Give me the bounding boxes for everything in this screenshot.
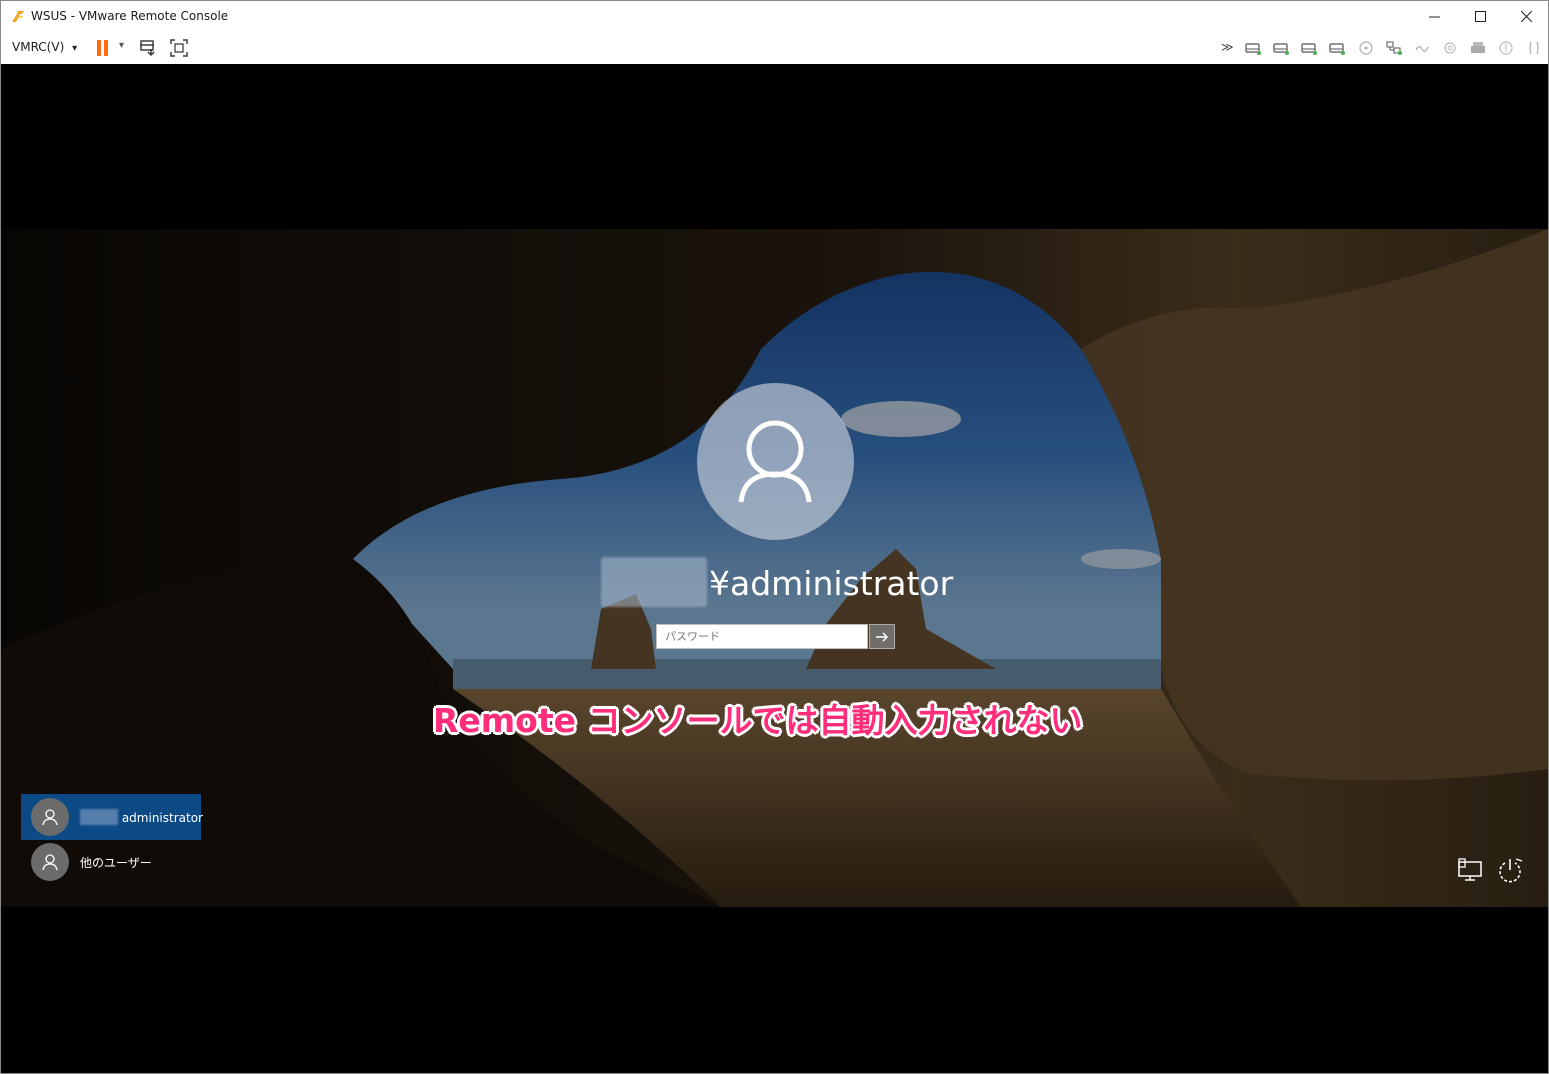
user-icon xyxy=(42,809,58,826)
username-text: ¥administrator xyxy=(709,564,954,603)
usb-icon[interactable] xyxy=(1414,41,1430,55)
pause-icon[interactable] xyxy=(93,38,113,58)
redacted-domain xyxy=(80,809,118,825)
power-dropdown-icon[interactable]: ▾ xyxy=(119,40,124,51)
title-bar: WSUS - VMware Remote Console xyxy=(1,1,1548,32)
user-tile-other-user[interactable]: 他のユーザー xyxy=(21,839,201,885)
printer-icon[interactable] xyxy=(1470,41,1486,55)
redacted-domain xyxy=(601,557,707,607)
user-icon xyxy=(738,420,812,503)
network-status-icon[interactable] xyxy=(1457,857,1485,885)
maximize-button[interactable] xyxy=(1457,1,1503,32)
user-avatar-small xyxy=(31,798,69,836)
network-icon[interactable] xyxy=(1386,41,1402,55)
vmware-logo-icon xyxy=(12,11,24,22)
vmrc-menu-button[interactable]: VMRC(V) ▾ xyxy=(12,40,77,54)
password-field-wrapper xyxy=(656,624,868,649)
submit-password-button[interactable] xyxy=(869,624,895,649)
user-tile-label: administrator xyxy=(80,809,203,825)
maximize-icon xyxy=(1474,11,1486,22)
login-username: ¥administrator xyxy=(601,557,954,607)
user-tile-administrator[interactable]: administrator xyxy=(21,794,203,840)
settings-icon[interactable] xyxy=(1526,41,1542,55)
close-icon xyxy=(1520,11,1532,22)
chevron-down-icon: ▾ xyxy=(72,43,78,54)
power-icon[interactable] xyxy=(1496,857,1524,885)
annotation-caption: Remote コンソールでは自動入力されない xyxy=(433,701,1083,740)
minimize-button[interactable] xyxy=(1411,1,1457,32)
sound-card-icon[interactable] xyxy=(1498,41,1514,55)
vmrc-toolbar: VMRC(V) ▾ ▾ ≫ xyxy=(1,32,1548,65)
user-avatar xyxy=(697,383,854,540)
send-ctrl-alt-del-icon[interactable] xyxy=(139,38,159,58)
device-overflow-icon[interactable]: ≫ xyxy=(1221,40,1234,54)
password-input[interactable] xyxy=(657,625,867,648)
user-icon xyxy=(42,854,58,871)
user-avatar-small xyxy=(31,843,69,881)
close-button[interactable] xyxy=(1503,1,1548,32)
hdd-icon[interactable] xyxy=(1273,41,1289,55)
cd-icon[interactable] xyxy=(1358,41,1374,55)
fullscreen-icon[interactable] xyxy=(169,38,189,58)
arrow-right-icon xyxy=(876,631,889,642)
guest-screen[interactable]: ¥administrator Remote コンソールでは自動入力されない ad… xyxy=(1,64,1548,1073)
hdd-icon[interactable] xyxy=(1301,41,1317,55)
hdd-icon[interactable] xyxy=(1245,41,1261,55)
window-title: WSUS - VMware Remote Console xyxy=(31,9,229,23)
hdd-icon[interactable] xyxy=(1329,41,1345,55)
minimize-icon xyxy=(1428,16,1440,18)
sound-icon[interactable] xyxy=(1442,41,1458,55)
vmrc-menu-label: VMRC(V) xyxy=(12,40,65,54)
user-tile-label: 他のユーザー xyxy=(80,855,152,870)
vmrc-window: WSUS - VMware Remote Console VMRC(V) ▾ ▾ xyxy=(0,0,1549,1074)
